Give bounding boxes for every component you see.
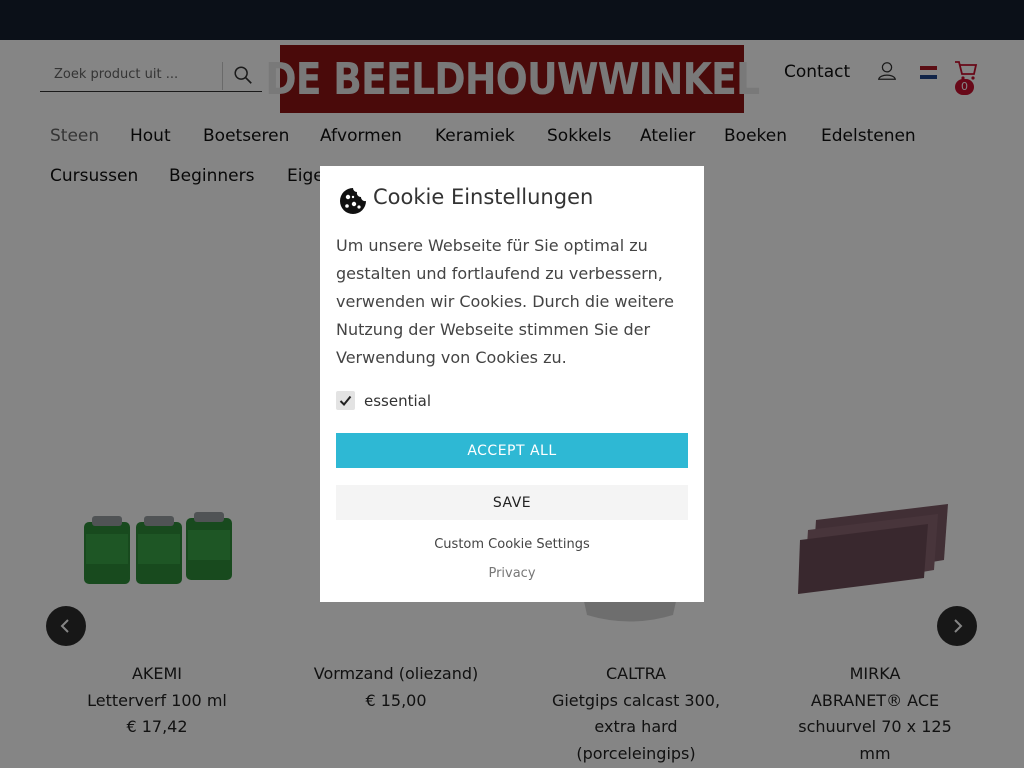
- dialog-title: Cookie Einstellungen: [373, 185, 594, 209]
- cookie-icon: [340, 188, 366, 214]
- custom-cookie-settings-link[interactable]: Custom Cookie Settings: [320, 537, 704, 552]
- essential-checkbox[interactable]: [336, 391, 355, 410]
- dialog-body-text: Um unsere Webseite für Sie optimal zu ge…: [336, 236, 674, 367]
- privacy-link[interactable]: Privacy: [320, 566, 704, 581]
- save-button[interactable]: SAVE: [336, 485, 688, 520]
- checkmark-icon: [339, 395, 352, 406]
- cookie-settings-dialog: Cookie Einstellungen Um unsere Webseite …: [320, 166, 704, 602]
- accept-all-button[interactable]: ACCEPT ALL: [336, 433, 688, 468]
- essential-checkbox-label: essential: [364, 392, 432, 410]
